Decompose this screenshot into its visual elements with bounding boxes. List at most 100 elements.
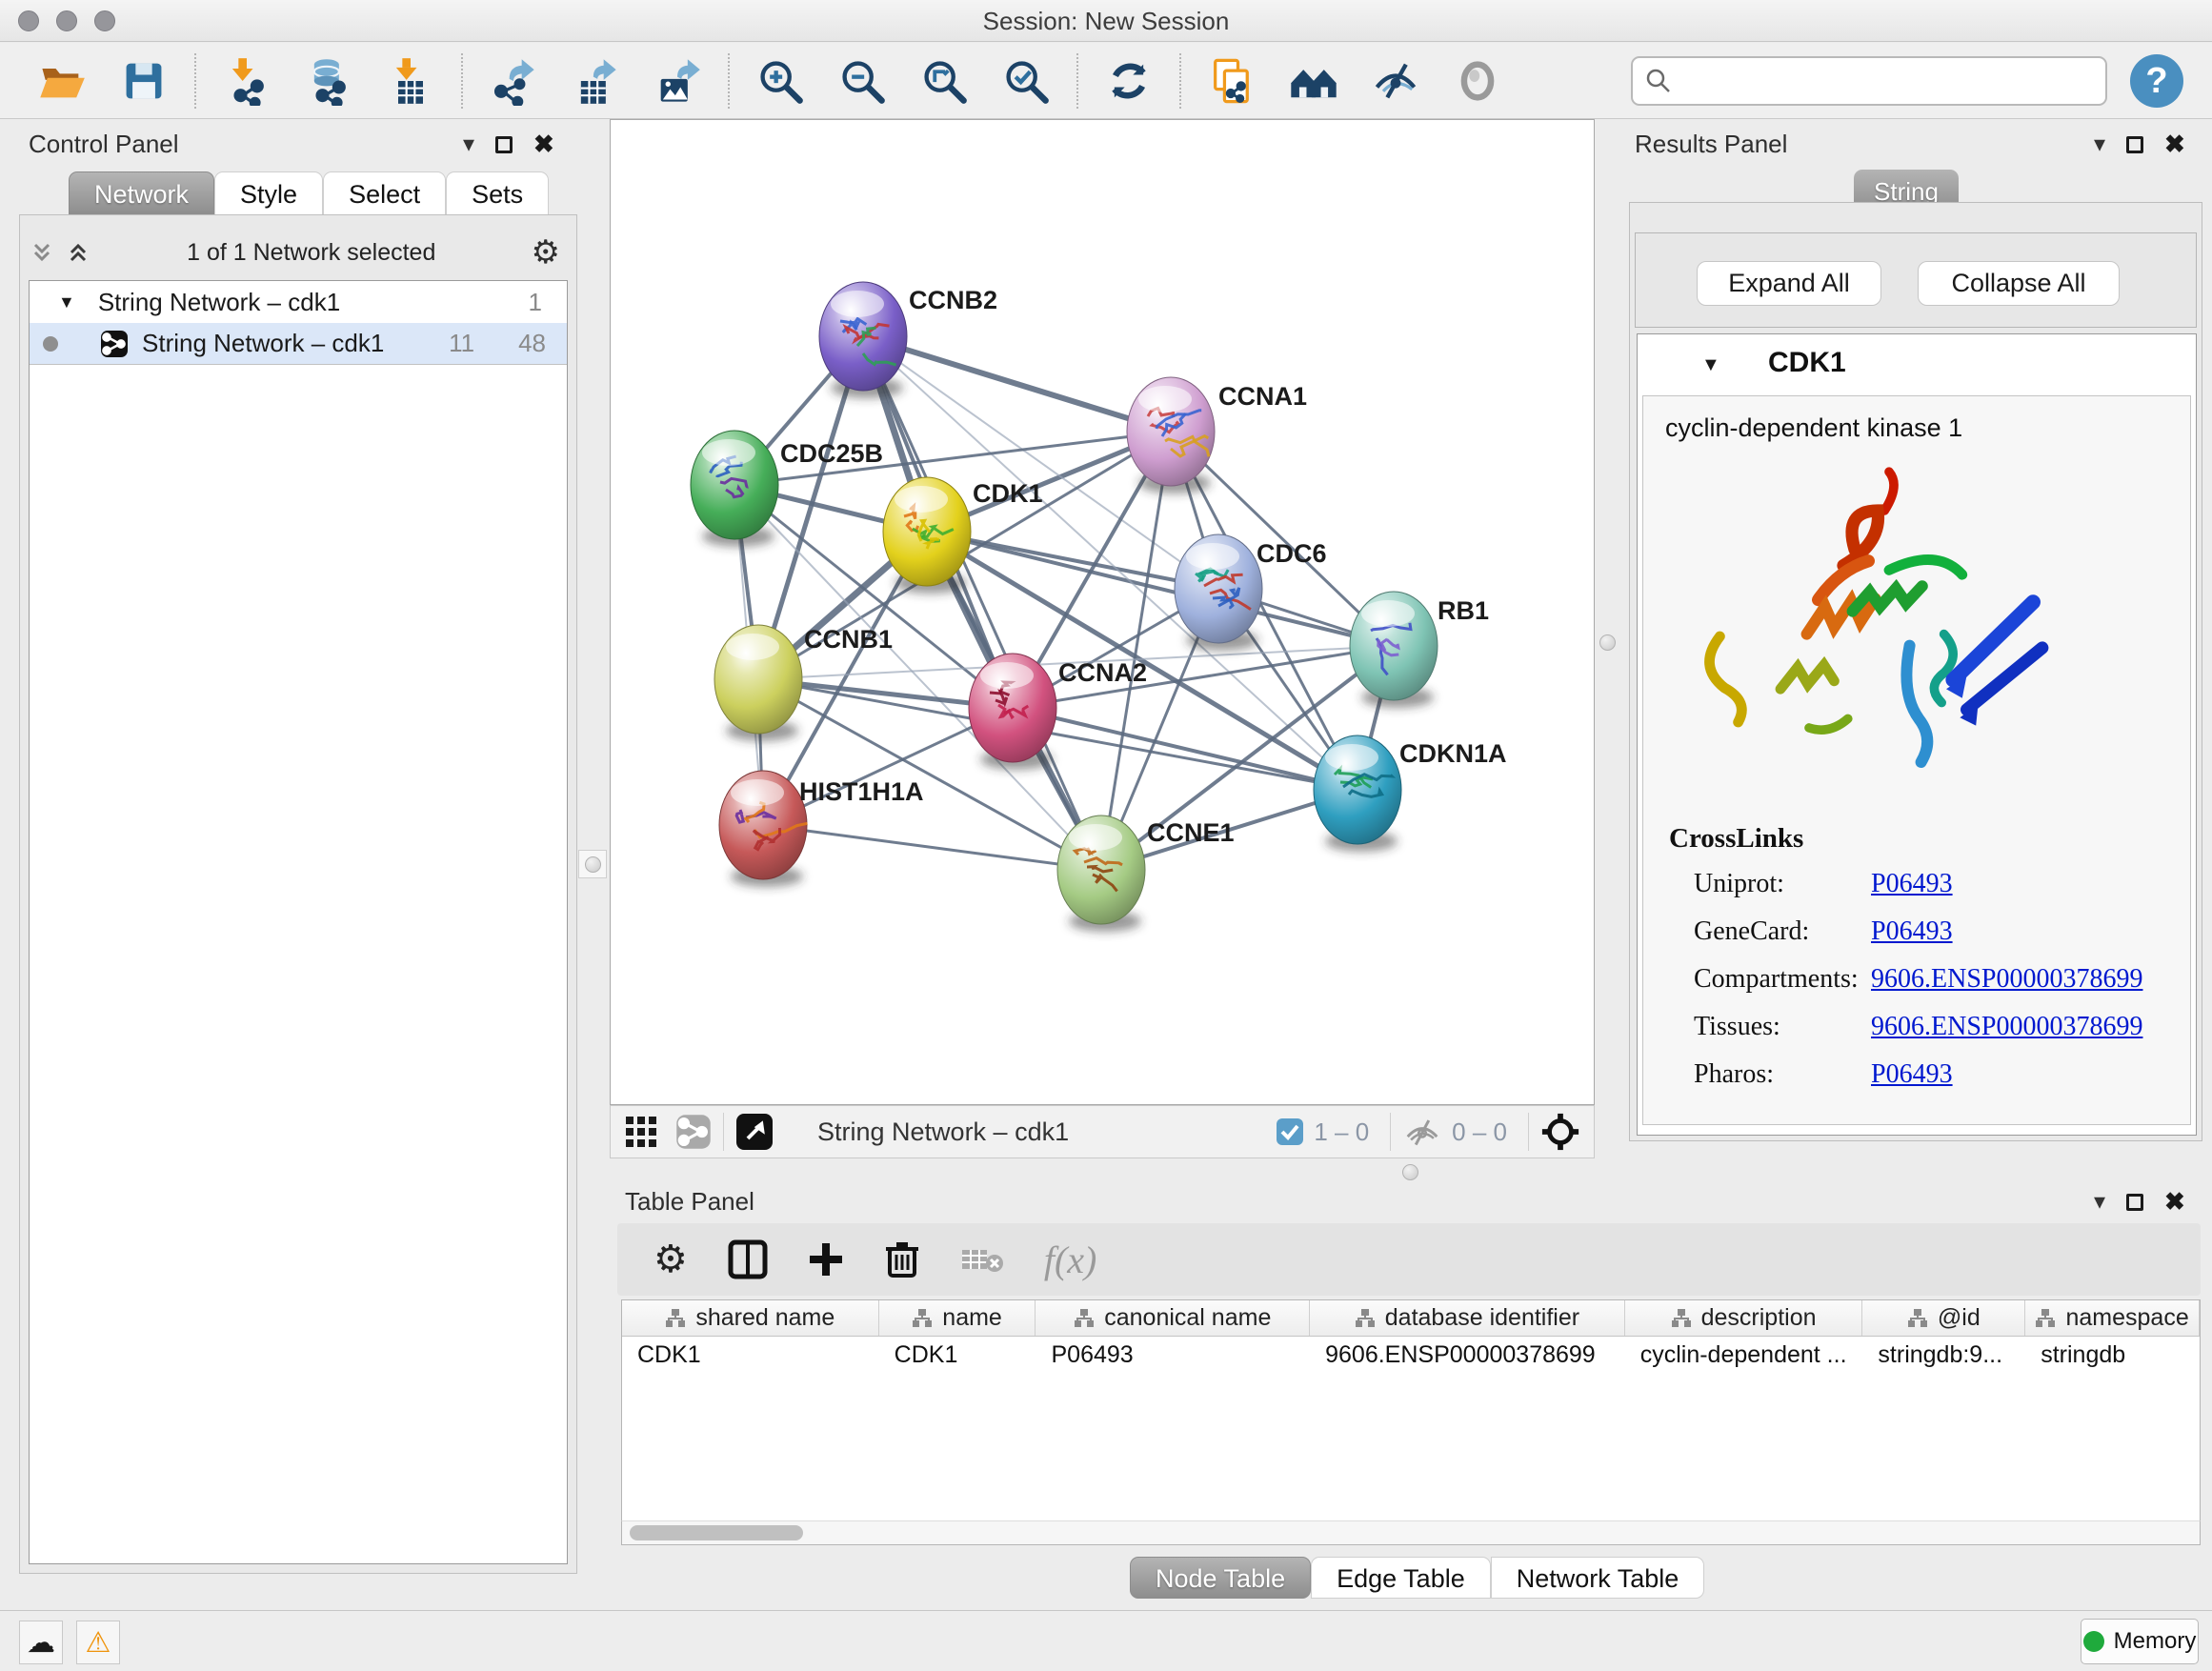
apply-layout-button[interactable] <box>1088 47 1170 115</box>
zoom-in-button[interactable] <box>739 47 821 115</box>
column-header-namespace[interactable]: namespace <box>2025 1300 2200 1336</box>
search-input[interactable] <box>1673 62 2094 100</box>
network-node-CCNA2[interactable] <box>969 654 1056 770</box>
crosslink-link-tissues[interactable]: 9606.ENSP00000378699 <box>1871 1012 2142 1042</box>
table-cell[interactable]: stringdb <box>2025 1337 2200 1373</box>
network-node-HIST1H1A[interactable] <box>719 771 808 887</box>
open-session-button[interactable] <box>21 47 103 115</box>
crosslink-link-genecard[interactable]: P06493 <box>1871 916 1953 947</box>
help-button[interactable]: ? <box>2130 54 2183 108</box>
table-cell[interactable]: P06493 <box>1036 1337 1310 1373</box>
node-table: shared namenamecanonical namedatabase id… <box>621 1299 2201 1543</box>
import-network-file-button[interactable] <box>206 47 288 115</box>
crosslink-link-pharos[interactable]: P06493 <box>1871 1059 1953 1090</box>
zoom-fit-button[interactable] <box>903 47 985 115</box>
table-cell[interactable]: 9606.ENSP00000378699 <box>1310 1337 1625 1373</box>
column-header--id[interactable]: @id <box>1862 1300 2025 1336</box>
network-node-CDC25B[interactable] <box>691 431 778 547</box>
network-node-CCNB1[interactable] <box>714 625 802 741</box>
control-panel-collapse-icon[interactable]: ▾ <box>463 131 474 158</box>
memory-button[interactable]: Memory <box>2081 1619 2199 1664</box>
table-panel-collapse-icon[interactable]: ▾ <box>2094 1188 2105 1216</box>
network-node-CDKN1A[interactable] <box>1314 735 1401 852</box>
zoom-out-button[interactable] <box>821 47 903 115</box>
table-panel-close-icon[interactable]: ✖ <box>2164 1187 2185 1217</box>
grid-view-icon[interactable] <box>624 1115 658 1149</box>
zoom-selected-icon <box>1001 56 1051 106</box>
network-list: ▼ String Network – cdk1 1 String Network… <box>29 280 568 1564</box>
status-bar: ☁ ⚠ Memory <box>0 1610 2212 1671</box>
collapse-all-button[interactable]: Collapse All <box>1918 261 2120 306</box>
column-header-name[interactable]: name <box>879 1300 1036 1336</box>
node-label-HIST1H1A: HIST1H1A <box>799 777 924 806</box>
export-table-button[interactable] <box>554 47 636 115</box>
table-panel-maximize-icon[interactable] <box>2126 1194 2143 1211</box>
tree-expanded-icon[interactable]: ▼ <box>58 292 75 312</box>
network-row-selected[interactable]: String Network – cdk1 11 48 <box>30 323 567 365</box>
save-session-button[interactable] <box>103 47 185 115</box>
import-network-database-button[interactable] <box>288 47 370 115</box>
protein-collapse-icon[interactable]: ▼ <box>1701 354 1720 376</box>
network-canvas[interactable]: CCNB2CCNA1CDC25BCDK1CDC6RB1CCNB1CCNA2CDK… <box>610 119 1595 1105</box>
table-cell[interactable]: CDK1 <box>622 1337 879 1373</box>
table-cell[interactable]: CDK1 <box>879 1337 1036 1373</box>
fit-selected-crosshair-icon[interactable] <box>1540 1112 1580 1152</box>
expand-all-icon[interactable] <box>65 239 91 266</box>
new-network-from-selection-button[interactable] <box>1191 47 1273 115</box>
show-columns-icon[interactable] <box>728 1239 768 1279</box>
delete-column-trash-icon[interactable] <box>884 1239 920 1279</box>
table-horizontal-scrollbar[interactable] <box>621 1520 2201 1545</box>
network-collection-row[interactable]: ▼ String Network – cdk1 1 <box>30 281 567 323</box>
network-node-RB1[interactable] <box>1350 592 1438 708</box>
table-cell[interactable]: stringdb:9... <box>1862 1337 2025 1373</box>
import-table-file-button[interactable] <box>370 47 452 115</box>
column-header-database-identifier[interactable]: database identifier <box>1310 1300 1625 1336</box>
string-view-icon[interactable] <box>675 1114 712 1150</box>
tab-network-table[interactable]: Network Table <box>1491 1557 1705 1599</box>
left-splitter-handle[interactable] <box>578 850 607 878</box>
network-options-gear-icon[interactable]: ⚙ <box>532 233 560 272</box>
zoom-selected-button[interactable] <box>985 47 1067 115</box>
crosslink-link-compartments[interactable]: 9606.ENSP00000378699 <box>1871 964 2142 995</box>
selected-checkbox-icon[interactable] <box>1276 1117 1304 1146</box>
export-image-button[interactable] <box>636 47 718 115</box>
results-panel-maximize-icon[interactable] <box>2126 136 2143 153</box>
table-options-gear-icon[interactable]: ⚙ <box>654 1238 688 1281</box>
horizontal-splitter-handle[interactable] <box>1402 1164 1418 1180</box>
tab-sets[interactable]: Sets <box>446 171 549 215</box>
export-network-button[interactable] <box>473 47 554 115</box>
tab-select[interactable]: Select <box>323 171 446 215</box>
tab-style[interactable]: Style <box>214 171 323 215</box>
network-graph[interactable]: CCNB2CCNA1CDC25BCDK1CDC6RB1CCNB1CCNA2CDK… <box>611 120 1594 1104</box>
scrollbar-thumb[interactable] <box>630 1525 803 1540</box>
column-header-shared-name[interactable]: shared name <box>622 1300 879 1336</box>
network-node-CDK1[interactable] <box>883 477 971 594</box>
control-panel-close-icon[interactable]: ✖ <box>533 130 554 159</box>
show-all-button[interactable] <box>1437 47 1518 115</box>
create-column-plus-icon[interactable] <box>808 1241 844 1278</box>
crosslink-link-uniprot[interactable]: P06493 <box>1871 869 1953 899</box>
tab-node-table[interactable]: Node Table <box>1130 1557 1311 1599</box>
network-node-CCNB2[interactable] <box>819 282 907 398</box>
table-row[interactable]: CDK1CDK1P064939606.ENSP00000378699cyclin… <box>622 1337 2200 1373</box>
tab-network[interactable]: Network <box>69 171 214 215</box>
birdseye-view-icon[interactable] <box>735 1113 774 1151</box>
network-node-CCNA1[interactable] <box>1127 377 1215 493</box>
expand-all-button[interactable]: Expand All <box>1697 261 1881 306</box>
right-splitter-handle[interactable] <box>1599 634 1616 651</box>
cloud-status-button[interactable]: ☁ <box>19 1621 63 1664</box>
column-header-canonical-name[interactable]: canonical name <box>1036 1300 1310 1336</box>
table-cell[interactable]: cyclin-dependent ... <box>1625 1337 1863 1373</box>
results-panel-collapse-icon[interactable]: ▾ <box>2094 131 2105 158</box>
protein-description: cyclin-dependent kinase 1 <box>1665 413 1962 443</box>
first-neighbors-button[interactable] <box>1273 47 1355 115</box>
network-node-CCNE1[interactable] <box>1057 815 1145 932</box>
tab-edge-table[interactable]: Edge Table <box>1311 1557 1491 1599</box>
hide-selected-button[interactable] <box>1355 47 1437 115</box>
collapse-all-icon[interactable] <box>29 239 55 266</box>
results-panel-title: Results Panel <box>1635 130 1787 159</box>
column-header-description[interactable]: description <box>1625 1300 1863 1336</box>
results-panel-close-icon[interactable]: ✖ <box>2164 130 2185 159</box>
control-panel-maximize-icon[interactable] <box>495 136 513 153</box>
warnings-button[interactable]: ⚠ <box>76 1621 120 1664</box>
